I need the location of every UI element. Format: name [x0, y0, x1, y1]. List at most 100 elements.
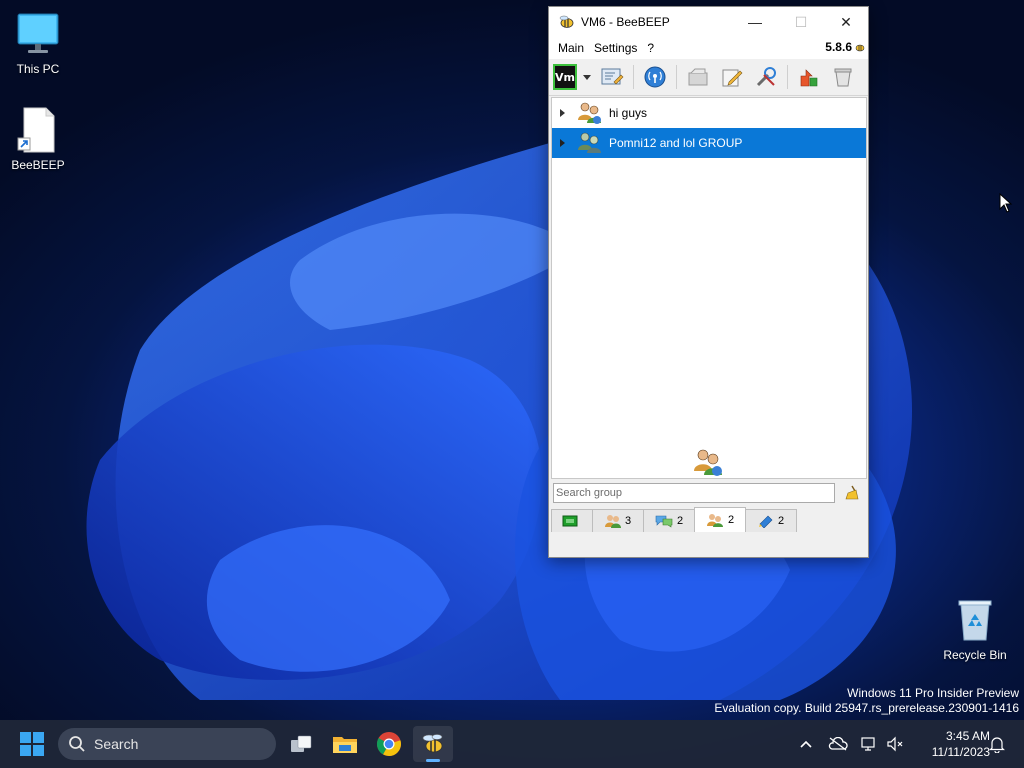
clock-time: 3:45 AM	[945, 729, 990, 743]
tab-count: 2	[676, 515, 684, 527]
menu-help[interactable]: ?	[642, 41, 659, 55]
toolbar-separator	[676, 65, 677, 89]
speaker-muted-icon	[887, 736, 903, 752]
notifications-button[interactable]	[986, 720, 1008, 768]
tab-count: 3	[624, 515, 632, 527]
file-explorer-icon	[333, 737, 357, 753]
users-icon	[604, 515, 621, 528]
group-name: hi guys	[609, 106, 648, 120]
desktop-icon-beebeep[interactable]: BeeBEEP	[0, 106, 76, 172]
list-item[interactable]: hi guys	[552, 98, 866, 128]
watermark-line-2: Evaluation copy. Build 25947.rs_prerelea…	[714, 701, 1019, 715]
tools-icon	[756, 67, 776, 87]
active-indicator	[426, 759, 440, 762]
tab-chats[interactable]: 2	[643, 509, 695, 532]
search-icon	[69, 736, 85, 752]
close-button[interactable]: ✕	[823, 7, 869, 37]
windows-logo-icon	[20, 732, 44, 756]
desktop-icon-recycle-bin[interactable]: Recycle Bin	[937, 596, 1013, 662]
file-explorer-button[interactable]	[325, 726, 365, 762]
broom-icon	[845, 485, 859, 500]
task-view-icon	[291, 735, 312, 752]
mouse-cursor-icon	[999, 193, 1013, 213]
chevron-up-icon	[800, 740, 812, 748]
desktop-icon-label: BeeBEEP	[11, 158, 65, 172]
groups-icon	[706, 514, 723, 527]
onedrive-tray-button[interactable]	[826, 720, 850, 768]
menu-bar: Main Settings ? 5.8.6	[549, 37, 868, 59]
volume-tray-button[interactable]	[884, 720, 906, 768]
tools-button[interactable]	[751, 62, 781, 92]
desktop-icon-this-pc[interactable]: This PC	[0, 10, 76, 76]
tab-groups[interactable]: 2	[694, 507, 746, 532]
folder-button[interactable]	[683, 62, 713, 92]
search-group-input[interactable]	[553, 483, 835, 503]
window-title: VM6 - BeeBEEP	[581, 15, 670, 29]
taskbar-clock[interactable]: 3:45 AM 11/11/2023	[910, 728, 990, 760]
group-icon	[578, 132, 601, 153]
file-shortcut-icon	[14, 106, 62, 154]
version-text: 5.8.6	[825, 40, 852, 54]
version-label: 5.8.6	[825, 40, 866, 54]
status-button[interactable]: Vm	[553, 62, 577, 92]
edit-icon	[722, 69, 743, 87]
beebeep-icon	[422, 734, 443, 753]
status-dropdown[interactable]	[581, 62, 593, 92]
evaluation-watermark: Windows 11 Pro Insider Preview Evaluatio…	[714, 686, 1019, 716]
show-hidden-icons-button[interactable]	[794, 720, 818, 768]
toolbar-separator	[787, 65, 788, 89]
trash-icon	[834, 68, 852, 87]
tab-files[interactable]: 2	[745, 509, 797, 532]
chats-icon	[655, 515, 673, 528]
cloud-offline-icon	[828, 737, 848, 751]
view-tabs: 3 2 2 2	[551, 507, 797, 533]
desktop-icon-label: Recycle Bin	[943, 648, 1007, 662]
expand-arrow-icon[interactable]	[560, 109, 565, 117]
status-badge: Vm	[553, 64, 577, 90]
bell-icon	[989, 737, 1005, 753]
minimize-button[interactable]: —	[732, 7, 778, 37]
edit-button[interactable]	[717, 62, 747, 92]
edit-profile-icon	[601, 68, 624, 85]
tab-count: 2	[727, 514, 735, 526]
maximize-button[interactable]: ☐	[778, 7, 824, 37]
start-button[interactable]	[16, 730, 48, 758]
task-view-button[interactable]	[281, 726, 321, 762]
beebeep-window: VM6 - BeeBEEP — ☐ ✕ Main Settings ? 5.8.…	[548, 6, 869, 558]
beebeep-taskbar-button[interactable]	[413, 726, 453, 762]
monitor-icon	[14, 10, 62, 58]
taskbar: Search 3:45 AM 11/11/2023	[0, 720, 1024, 768]
bee-small-icon	[855, 44, 865, 52]
folder-icon	[688, 68, 708, 86]
edit-profile-button[interactable]	[597, 62, 627, 92]
groups-watermark-icon	[694, 449, 722, 476]
tab-home[interactable]	[551, 509, 593, 532]
bee-app-icon	[559, 15, 574, 28]
list-item[interactable]: Pomni12 and lol GROUP	[552, 128, 866, 158]
title-bar[interactable]: VM6 - BeeBEEP — ☐ ✕	[549, 7, 868, 37]
files-icon	[758, 515, 773, 528]
tab-count: 2	[777, 515, 785, 527]
monitor-network-icon	[861, 737, 875, 751]
trash-button[interactable]	[828, 62, 858, 92]
taskbar-search[interactable]: Search	[58, 728, 276, 760]
network-icon	[644, 66, 666, 88]
chrome-button[interactable]	[369, 726, 409, 762]
toolbar: Vm	[549, 59, 868, 96]
group-list: hi guys Pomni12 and lol GROUP	[551, 97, 867, 479]
tab-users[interactable]: 3	[592, 509, 644, 532]
clock-date: 11/11/2023	[931, 745, 990, 759]
update-button[interactable]	[794, 62, 824, 92]
menu-settings[interactable]: Settings	[589, 41, 642, 55]
chevron-down-icon	[583, 74, 591, 80]
desktop-icon-label: This PC	[16, 62, 60, 76]
menu-main[interactable]: Main	[553, 41, 589, 55]
expand-arrow-icon[interactable]	[560, 139, 565, 147]
desktop-wallpaper	[86, 136, 913, 701]
update-icon	[800, 69, 818, 87]
network-button[interactable]	[640, 62, 670, 92]
network-tray-button[interactable]	[858, 720, 880, 768]
clear-search-button[interactable]	[841, 483, 861, 503]
chrome-icon	[376, 732, 401, 756]
watermark-line-1: Windows 11 Pro Insider Preview	[847, 686, 1019, 700]
